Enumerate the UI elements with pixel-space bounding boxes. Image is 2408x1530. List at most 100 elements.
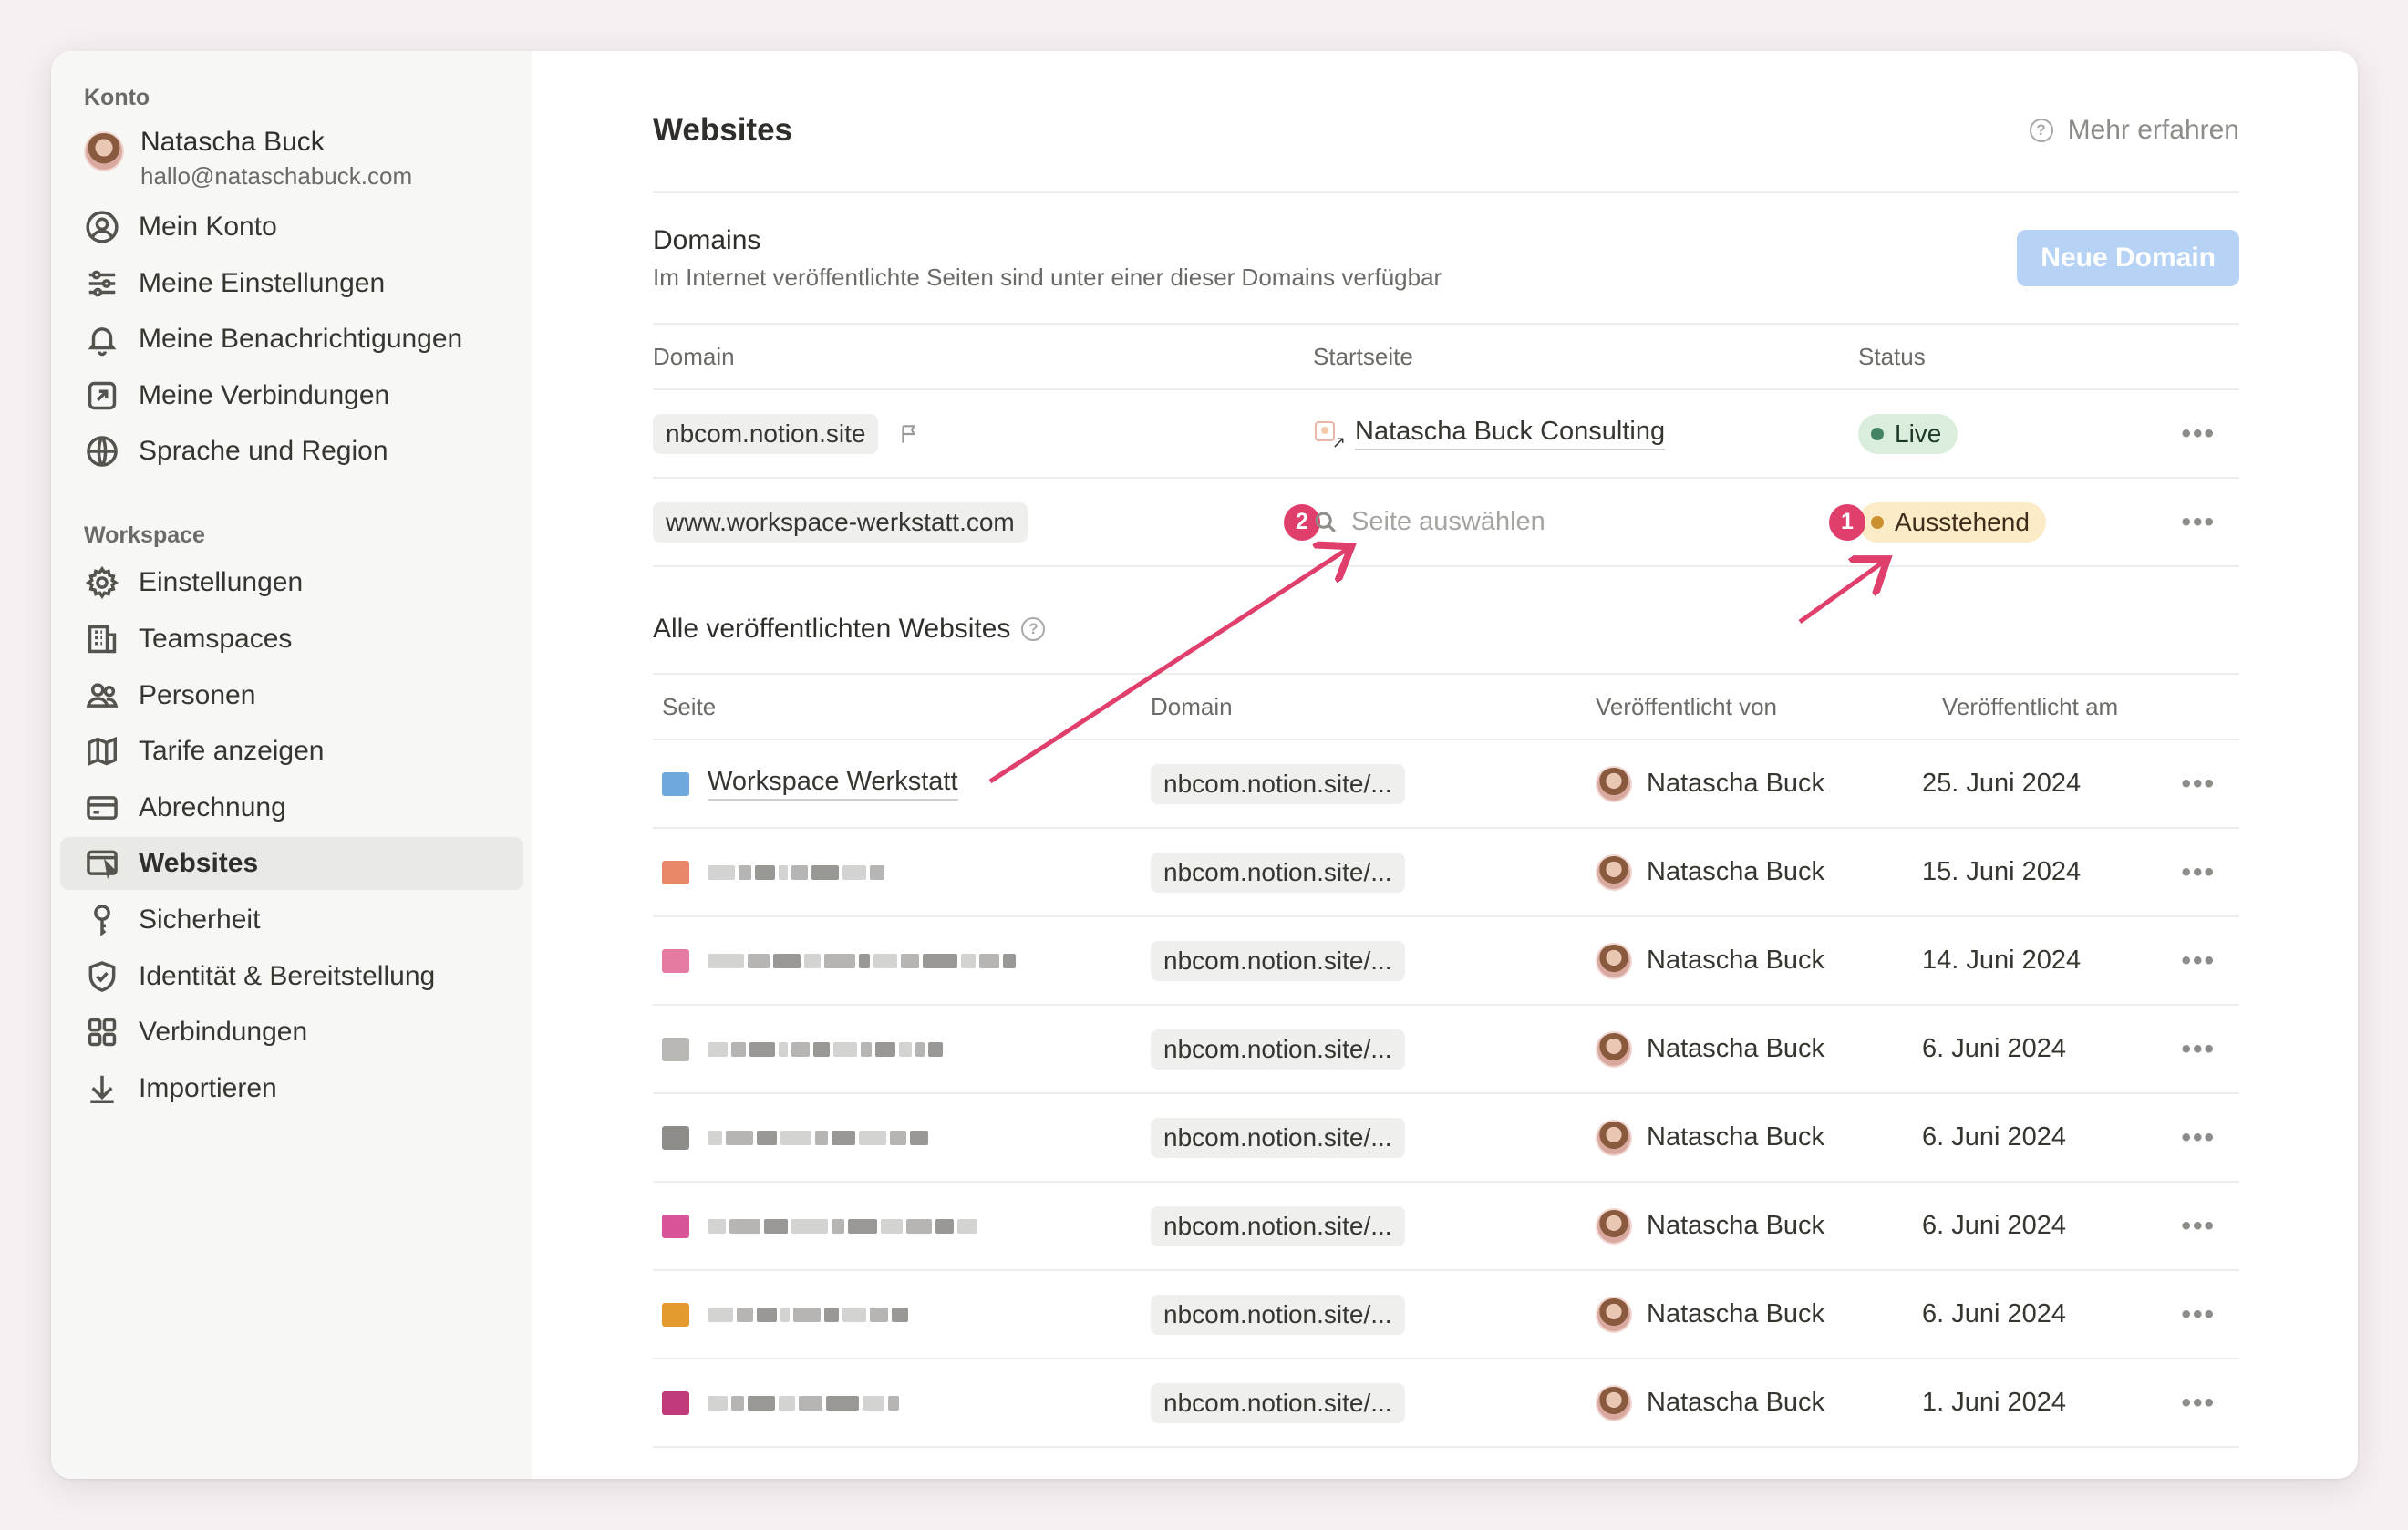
redaction-block	[757, 1130, 777, 1145]
sidebar-item-websites[interactable]: Websites	[60, 837, 523, 891]
redaction-block	[859, 1130, 886, 1145]
table-row[interactable]: nbcom.notion.site/... Natascha Buck 1. Jun…	[653, 1359, 2239, 1448]
sidebar-item-meine-benachrichtigungen[interactable]: Meine Benachrichtigungen	[60, 313, 523, 366]
redaction-block	[923, 953, 957, 968]
sidebar-item-label: Personen	[139, 679, 256, 710]
building-icon	[84, 621, 120, 657]
domain-chip[interactable]: nbcom.notion.site/...	[1151, 1117, 1405, 1158]
redaction-block	[901, 953, 919, 968]
page-title: Websites	[653, 112, 793, 148]
avatar	[1596, 765, 1632, 802]
domain-chip[interactable]: nbcom.notion.site/...	[1151, 1382, 1405, 1423]
table-row[interactable]: nbcom.notion.site/... Natascha Buck 15. Ju…	[653, 829, 2239, 917]
search-icon	[1315, 512, 1336, 532]
domain-chip[interactable]: nbcom.notion.site/...	[1151, 763, 1405, 804]
more-icon[interactable]: •••	[2181, 1211, 2239, 1242]
table-row[interactable]: nbcom.notion.site/... Natascha Buck 14. Ju…	[653, 917, 2239, 1006]
domain-chip[interactable]: nbcom.notion.site	[653, 413, 879, 454]
sidebar-item-einstellungen[interactable]: Einstellungen	[60, 556, 523, 609]
start-page-select[interactable]: Seite auswählen	[1313, 507, 1545, 537]
sidebar-item-label: Verbindungen	[139, 1017, 308, 1048]
sidebar-item-personen[interactable]: Personen	[60, 669, 523, 722]
learn-more-link[interactable]: ? Mehr erfahren	[2029, 115, 2239, 146]
more-icon[interactable]: •••	[2181, 1122, 2239, 1153]
published-date: 25. Juni 2024	[1922, 769, 2082, 798]
redaction-block	[773, 953, 801, 968]
domain-chip[interactable]: nbcom.notion.site/...	[1151, 1294, 1405, 1335]
help-icon[interactable]: ?	[1021, 617, 1046, 641]
redaction-block	[793, 1307, 821, 1322]
redaction-block	[791, 1218, 828, 1234]
browser-icon	[84, 845, 120, 882]
publisher-name: Natascha Buck	[1647, 1211, 1825, 1240]
settings-window: Konto Natascha Buck hallo@nataschabuck.c…	[51, 51, 2358, 1479]
sidebar-item-tarife-anzeigen[interactable]: Tarife anzeigen	[60, 725, 523, 778]
table-row[interactable]: nbcom.notion.site/... Natascha Buck 6. Jun…	[653, 1094, 2239, 1183]
redaction-block	[961, 953, 976, 968]
sidebar-item-teamspaces[interactable]: Teamspaces	[60, 613, 523, 666]
domain-chip[interactable]: www.workspace-werkstatt.com	[653, 501, 1028, 543]
redaction-block	[729, 1218, 760, 1234]
sidebar-item-sprache-und-region[interactable]: Sprache und Region	[60, 425, 523, 478]
domain-chip[interactable]: nbcom.notion.site/...	[1151, 940, 1405, 981]
user-email: hallo@nataschabuck.com	[140, 162, 413, 190]
start-page-placeholder: Seite auswählen	[1351, 507, 1545, 536]
domain-chip[interactable]: nbcom.notion.site/...	[1151, 1029, 1405, 1070]
redaction-block	[815, 1130, 828, 1145]
redaction-block	[826, 1395, 859, 1411]
sidebar-item-abrechnung[interactable]: Abrechnung	[60, 781, 523, 834]
domain-chip[interactable]: nbcom.notion.site/...	[1151, 1205, 1405, 1246]
table-row[interactable]: Workspace Werkstatt nbcom.notion.site/...…	[653, 740, 2239, 829]
redaction-block	[755, 864, 775, 880]
redaction-block	[708, 864, 735, 880]
more-icon[interactable]: •••	[2181, 946, 2239, 977]
bell-icon	[84, 321, 120, 357]
sidebar-item-label: Meine Benachrichtigungen	[139, 324, 463, 355]
redaction-block	[873, 953, 897, 968]
redaction-block	[928, 1041, 943, 1057]
published-title: Alle veröffentlichten Websites	[653, 614, 1011, 644]
user-circle-icon	[84, 209, 120, 245]
table-row[interactable]: nbcom.notion.site/... Natascha Buck 6. Jun…	[653, 1271, 2239, 1359]
published-table-header: Seite Domain Veröffentlicht von Veröffen…	[653, 675, 2239, 740]
more-icon[interactable]: •••	[2181, 1299, 2239, 1330]
sidebar-item-identitaet[interactable]: Identität & Bereitstellung	[60, 950, 523, 1003]
more-icon[interactable]: •••	[2181, 419, 2239, 450]
sidebar-item-meine-einstellungen[interactable]: Meine Einstellungen	[60, 257, 523, 310]
redaction-block	[824, 1307, 839, 1322]
status-badge-pending: Ausstehend	[1858, 501, 2046, 543]
page-icon	[662, 771, 689, 796]
sidebar-item-importieren[interactable]: Importieren	[60, 1062, 523, 1115]
user-profile: Natascha Buck hallo@nataschabuck.com	[60, 119, 523, 201]
redacted-page-title	[708, 864, 884, 880]
sidebar-item-sicherheit[interactable]: Sicherheit	[60, 894, 523, 946]
table-row[interactable]: nbcom.notion.site/... Natascha Buck 6. Jun…	[653, 1006, 2239, 1094]
more-icon[interactable]: •••	[2181, 1034, 2239, 1065]
more-icon[interactable]: •••	[2181, 857, 2239, 888]
table-row[interactable]: nbcom.notion.site/... Natascha Buck 6. Jun…	[653, 1183, 2239, 1271]
published-date: 6. Juni 2024	[1922, 1122, 2067, 1152]
redaction-block	[708, 1041, 728, 1057]
published-date: 15. Juni 2024	[1922, 857, 2082, 886]
page-link[interactable]: Workspace Werkstatt	[708, 767, 958, 801]
flag-icon[interactable]	[898, 422, 922, 446]
more-icon[interactable]: •••	[2181, 1388, 2239, 1419]
sidebar-item-verbindungen[interactable]: Verbindungen	[60, 1006, 523, 1059]
published-date: 6. Juni 2024	[1922, 1034, 2067, 1063]
workspace-section-label: Workspace	[84, 522, 205, 548]
more-icon[interactable]: •••	[2181, 769, 2239, 800]
sidebar-item-meine-verbindungen[interactable]: Meine Verbindungen	[60, 369, 523, 422]
key-icon	[84, 902, 120, 938]
column-header-domain: Domain	[653, 342, 735, 370]
redaction-block	[848, 1218, 877, 1234]
publisher-name: Natascha Buck	[1647, 1122, 1825, 1152]
main-content: Websites ? Mehr erfahren Domains Im Inte…	[532, 51, 2358, 1479]
sidebar-item-label: Einstellungen	[139, 567, 304, 598]
start-page-link[interactable]: Natascha Buck Consulting	[1355, 417, 1666, 450]
more-icon[interactable]: •••	[2181, 507, 2239, 538]
domain-chip[interactable]: nbcom.notion.site/...	[1151, 852, 1405, 893]
new-domain-button[interactable]: Neue Domain	[2017, 230, 2239, 286]
redaction-block	[739, 864, 751, 880]
column-header-seite: Seite	[662, 692, 717, 720]
sidebar-item-mein-konto[interactable]: Mein Konto	[60, 201, 523, 253]
